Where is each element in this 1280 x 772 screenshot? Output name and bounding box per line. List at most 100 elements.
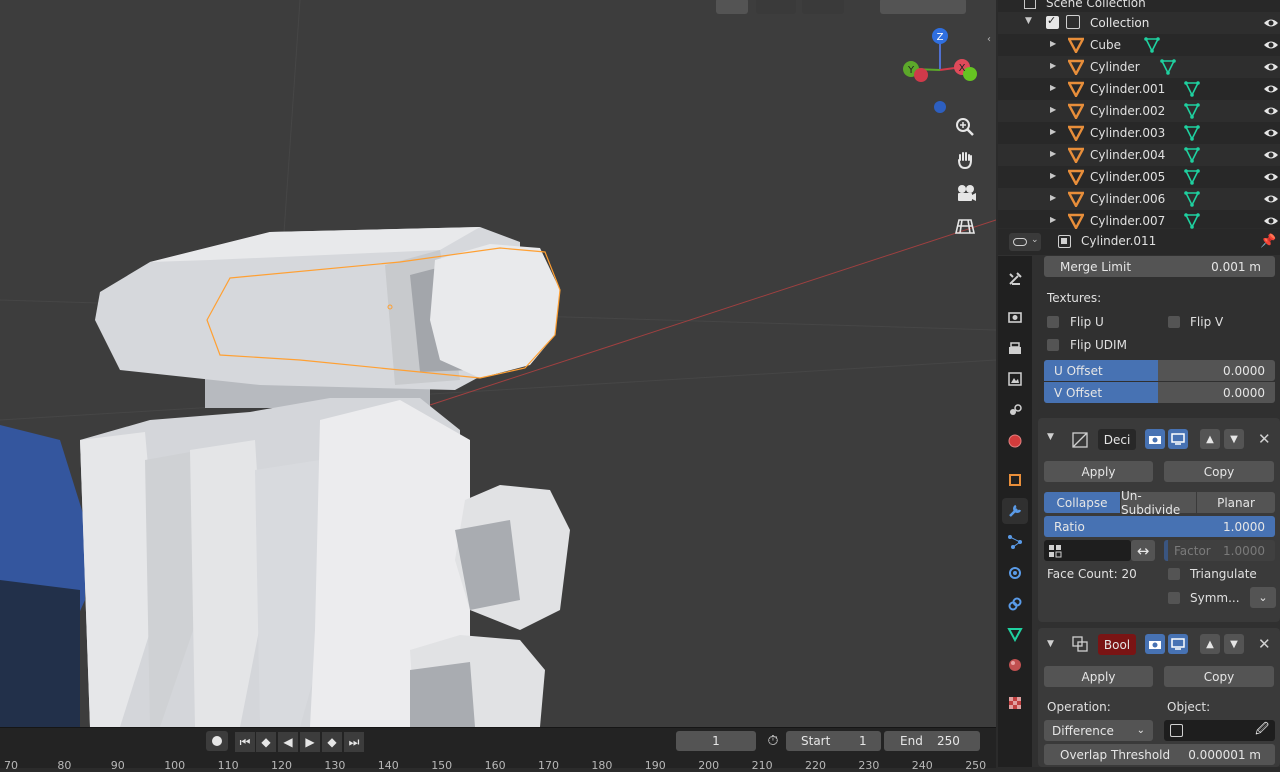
pin-icon[interactable]: 📌 [1260, 234, 1276, 249]
outliner-item[interactable]: ▶ Cylinder.001 [998, 78, 1280, 100]
mesh-data-icon[interactable] [1184, 169, 1200, 185]
physics-tab-icon[interactable] [1002, 560, 1028, 586]
mode-unsubdivide-tab[interactable]: Un-Subdivide [1121, 489, 1196, 517]
triangulate-checkbox[interactable] [1168, 568, 1180, 580]
eyedropper-icon[interactable]: 🖉 [1255, 720, 1269, 742]
material-tab-icon[interactable] [1002, 652, 1028, 678]
expand-arrow-icon[interactable]: ▶ [1050, 193, 1056, 202]
outliner-item[interactable]: ▶ Cylinder [998, 56, 1280, 78]
texture-tab-icon[interactable] [1002, 690, 1028, 716]
vertex-group-field[interactable] [1044, 540, 1131, 561]
decimate-apply-button[interactable]: Apply [1044, 461, 1153, 482]
close-icon[interactable]: ✕ [1258, 430, 1271, 448]
shading-buttons[interactable] [880, 0, 966, 14]
move-up-icon[interactable]: ▲ [1200, 634, 1220, 654]
eye-icon[interactable] [1263, 105, 1279, 117]
mesh-data-icon[interactable] [1184, 147, 1200, 163]
output-tab-icon[interactable] [1002, 336, 1028, 362]
move-down-icon[interactable]: ▼ [1224, 634, 1244, 654]
u-offset-field[interactable]: U Offset 0.0000 [1044, 360, 1275, 381]
expand-arrow-icon[interactable]: ▶ [1050, 127, 1056, 136]
invert-icon[interactable]: ↔ [1131, 540, 1155, 561]
eye-icon[interactable] [1263, 17, 1279, 29]
flip-u-checkbox[interactable] [1047, 316, 1059, 328]
close-icon[interactable]: ✕ [1258, 635, 1271, 653]
object-tab-icon[interactable] [1002, 467, 1028, 493]
collapse-arrow-icon[interactable]: ▼ [1047, 639, 1054, 649]
boolean-name-field[interactable]: Bool [1098, 634, 1136, 655]
eye-icon[interactable] [1263, 83, 1279, 95]
view-header-button[interactable] [716, 0, 748, 14]
operation-dropdown[interactable]: Difference ⌄ [1044, 720, 1153, 741]
mesh-data-icon[interactable] [1184, 213, 1200, 229]
collapse-arrow-icon[interactable]: ▼ [1047, 432, 1054, 442]
particles-tab-icon[interactable] [1002, 529, 1028, 555]
render-tab-icon[interactable] [1002, 304, 1028, 330]
render-toggle-icon[interactable] [1145, 634, 1165, 654]
eye-icon[interactable] [1263, 61, 1279, 73]
render-toggle-icon[interactable] [1145, 429, 1165, 449]
hand-pan-icon[interactable] [955, 150, 985, 180]
mesh-data-icon[interactable] [1184, 103, 1200, 119]
camera-icon[interactable] [955, 183, 985, 213]
symmetry-checkbox[interactable] [1168, 592, 1180, 604]
outliner-item[interactable]: ▶ Cylinder.005 [998, 166, 1280, 188]
tool-tab-icon[interactable] [1002, 266, 1028, 292]
expand-arrow-icon[interactable]: ▶ [1050, 83, 1056, 92]
mode-collapse-tab[interactable]: Collapse [1044, 492, 1120, 513]
zoom-icon[interactable] [955, 117, 985, 147]
snap-button[interactable] [756, 0, 796, 14]
mesh-data-icon[interactable] [1160, 59, 1176, 75]
viewport-toggle-icon[interactable] [1168, 634, 1188, 654]
eye-icon[interactable] [1263, 39, 1279, 51]
mesh-data-icon[interactable] [1184, 191, 1200, 207]
mode-planar-tab[interactable]: Planar [1197, 492, 1275, 513]
move-up-icon[interactable]: ▲ [1200, 429, 1220, 449]
mesh-data-icon[interactable] [1144, 37, 1160, 53]
editor-type-button[interactable]: ⌄ [1009, 233, 1041, 251]
merge-limit-field[interactable]: Merge Limit 0.001 m [1044, 256, 1275, 277]
expand-arrow-icon[interactable]: ▶ [1050, 171, 1056, 180]
boolean-copy-button[interactable]: Copy [1164, 666, 1274, 687]
3d-viewport[interactable]: Z Y X ‹ [0, 0, 996, 727]
mesh-data-tab-icon[interactable] [1002, 621, 1028, 647]
outliner-item[interactable]: ▶ Cylinder.006 [998, 188, 1280, 210]
scene-tab-icon[interactable] [1002, 397, 1028, 423]
mesh-data-icon[interactable] [1184, 125, 1200, 141]
navigation-gizmo[interactable]: Z Y X [895, 25, 985, 120]
move-down-icon[interactable]: ▼ [1224, 429, 1244, 449]
proportional-button[interactable] [802, 0, 844, 14]
ratio-slider[interactable]: Ratio 1.0000 [1044, 516, 1275, 537]
decimate-copy-button[interactable]: Copy [1164, 461, 1274, 482]
outliner-item[interactable]: ▶ Cylinder.002 [998, 100, 1280, 122]
mesh-data-icon[interactable] [1184, 81, 1200, 97]
flip-udim-checkbox[interactable] [1047, 339, 1059, 351]
overlap-threshold-field[interactable]: Overlap Threshold 0.000001 m [1044, 744, 1275, 765]
eye-icon[interactable] [1263, 171, 1279, 183]
expand-arrow-icon[interactable]: ▶ [1050, 39, 1056, 48]
eye-icon[interactable] [1263, 149, 1279, 161]
grid-view-icon[interactable] [955, 216, 985, 246]
sidebar-toggle-icon[interactable]: ‹ [987, 34, 996, 48]
expand-arrow-icon[interactable]: ▶ [1050, 215, 1056, 224]
eye-icon[interactable] [1263, 193, 1279, 205]
constraints-tab-icon[interactable] [1002, 591, 1028, 617]
eye-icon[interactable] [1263, 127, 1279, 139]
collection-checkbox[interactable]: ✓ [1046, 14, 1059, 29]
symmetry-axis-dropdown[interactable]: ⌄ [1250, 587, 1276, 608]
expand-arrow-icon[interactable]: ▶ [1050, 61, 1056, 70]
factor-slider[interactable]: Factor 1.0000 [1164, 540, 1275, 561]
boolean-apply-button[interactable]: Apply [1044, 666, 1153, 687]
decimate-name-field[interactable]: Deci [1098, 429, 1136, 450]
viewport-toggle-icon[interactable] [1168, 429, 1188, 449]
outliner-item[interactable]: ▶ Cylinder.003 [998, 122, 1280, 144]
view-layer-tab-icon[interactable] [1002, 366, 1028, 392]
expand-arrow-icon[interactable]: ▶ [1050, 149, 1056, 158]
outliner-item[interactable]: ▶ Cube [998, 34, 1280, 56]
eye-icon[interactable] [1263, 215, 1279, 227]
object-picker-field[interactable]: 🖉 [1164, 720, 1275, 741]
v-offset-field[interactable]: V Offset 0.0000 [1044, 382, 1275, 403]
modifier-tab-icon[interactable] [1002, 498, 1028, 524]
expand-arrow-icon[interactable]: ▼ [1025, 16, 1032, 26]
flip-v-checkbox[interactable] [1168, 316, 1180, 328]
